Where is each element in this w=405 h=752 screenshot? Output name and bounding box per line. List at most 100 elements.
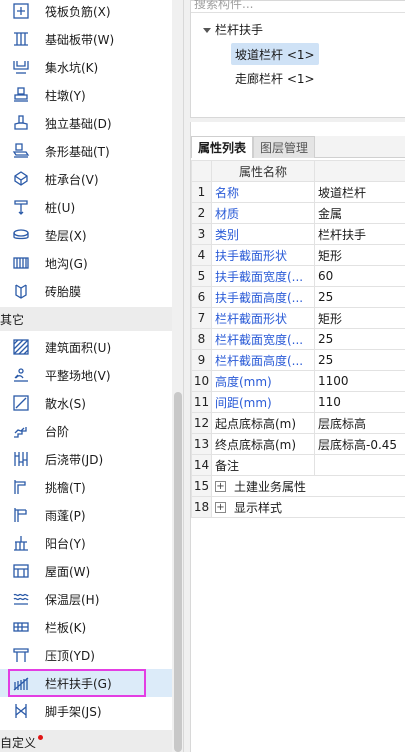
row-number: 12 [191, 412, 212, 434]
property-value[interactable]: 金属 [314, 202, 405, 224]
table-row[interactable]: 11 间距(mm) 110 [191, 391, 405, 413]
property-value[interactable] [314, 454, 405, 476]
sidebar-item-overhang-eave[interactable]: 挑檐(T) [0, 473, 172, 501]
property-value[interactable]: 坡道栏杆 [314, 181, 405, 203]
sidebar-item-site-leveling[interactable]: 平整场地(V) [0, 361, 172, 389]
table-row[interactable]: 8 栏杆截面宽度(... 25 [191, 328, 405, 350]
sidebar-item-post-cast-strip[interactable]: 后浇带(JD) [0, 445, 172, 473]
property-value[interactable]: 25 [314, 349, 405, 371]
sidebar-item-raft-negative-rebar[interactable]: 筏板负筋(X) [0, 0, 172, 25]
railing-icon [12, 674, 30, 692]
sidebar-item-foundation-strip[interactable]: 基础板带(W) [0, 25, 172, 53]
table-row[interactable]: 5 扶手截面宽度(... 60 [191, 265, 405, 287]
table-row[interactable]: 12 起点底标高(m) 层底标高 [191, 412, 405, 434]
pile-cap-icon [12, 170, 30, 188]
table-row[interactable]: 1 名称 坡道栏杆 [191, 181, 405, 203]
sidebar-item-label: 地沟(G) [45, 257, 88, 271]
sidebar-scrollbar[interactable] [172, 0, 183, 752]
sidebar-item-scaffold[interactable]: 脚手架(JS) [0, 697, 172, 725]
tree-item-ramp-railing[interactable]: 坡道栏杆 <1> [231, 43, 319, 65]
tree-root-label: 栏杆扶手 [215, 23, 264, 37]
sidebar-item-label: 雨蓬(P) [45, 509, 86, 523]
property-value[interactable]: 1100 [314, 370, 405, 392]
sidebar-item-insulation[interactable]: 保温层(H) [0, 585, 172, 613]
property-group-label[interactable]: + 土建业务属性 [211, 475, 405, 497]
sidebar-item-building-area[interactable]: 建筑面积(U) [0, 333, 172, 361]
table-row[interactable]: 4 扶手截面形状 矩形 [191, 244, 405, 266]
header-property-name: 属性名称 [211, 160, 315, 182]
table-row[interactable]: 9 栏杆截面高度(... 25 [191, 349, 405, 371]
sidebar-item-label: 屋面(W) [45, 565, 91, 579]
row-number: 7 [191, 307, 212, 329]
sidebar-item-pile[interactable]: 桩(U) [0, 193, 172, 221]
sidebar-item-label: 筏板负筋(X) [45, 5, 111, 19]
sidebar-item-parapet[interactable]: 栏板(K) [0, 613, 172, 641]
table-row[interactable]: 6 扶手截面高度(... 25 [191, 286, 405, 308]
sidebar-group-custom[interactable]: 自定义 [0, 730, 172, 752]
property-name: 高度(mm) [211, 370, 315, 392]
column-pier-icon [12, 86, 30, 104]
table-row[interactable]: 18 + 显示样式 [191, 496, 405, 518]
property-value[interactable]: 25 [314, 286, 405, 308]
sidebar-item-sump-pit[interactable]: 集水坑(K) [0, 53, 172, 81]
sidebar-item-apron[interactable]: 散水(S) [0, 389, 172, 417]
sidebar-item-label: 栏杆扶手(G) [45, 677, 112, 691]
table-row[interactable]: 13 终点底标高(m) 层底标高-0.45 [191, 433, 405, 455]
property-grid-header: 属性名称 [191, 160, 405, 182]
sidebar-item-strip-footing[interactable]: 条形基础(T) [0, 137, 172, 165]
sidebar-item-trench[interactable]: 地沟(G) [0, 249, 172, 277]
sidebar-item-balcony[interactable]: 阳台(Y) [0, 529, 172, 557]
property-name: 起点底标高(m) [211, 412, 315, 434]
tab-layer-management[interactable]: 图层管理 [253, 136, 316, 158]
cushion-icon [12, 226, 30, 244]
apron-icon [12, 394, 30, 412]
sidebar-item-railing[interactable]: 栏杆扶手(G) [8, 669, 146, 697]
property-group-label[interactable]: + 显示样式 [211, 496, 405, 518]
table-row[interactable]: 14 备注 [191, 454, 405, 476]
expand-plus-icon[interactable]: + [215, 480, 226, 492]
component-search-input[interactable] [191, 0, 405, 13]
sidebar-item-brick-mold[interactable]: 砖胎膜 [0, 277, 172, 305]
property-value[interactable]: 110 [314, 391, 405, 413]
property-name: 名称 [211, 181, 315, 203]
sidebar-item-pile-cap[interactable]: 桩承台(V) [0, 165, 172, 193]
sidebar-item-canopy[interactable]: 雨蓬(P) [0, 501, 172, 529]
expand-plus-icon[interactable]: + [215, 501, 226, 513]
sidebar-item-column-pier[interactable]: 柱墩(Y) [0, 81, 172, 109]
sidebar-item-roof[interactable]: 屋面(W) [0, 557, 172, 585]
table-row[interactable]: 7 栏杆截面形状 矩形 [191, 307, 405, 329]
sidebar-item-isolated-footing[interactable]: 独立基础(D) [0, 109, 172, 137]
sidebar-item-label: 保温层(H) [45, 593, 100, 607]
sidebar-item-cushion[interactable]: 垫层(X) [0, 221, 172, 249]
overhang-eave-icon [12, 478, 30, 496]
expand-caret-icon[interactable] [203, 28, 211, 33]
tab-property-list[interactable]: 属性列表 [191, 136, 254, 158]
sidebar-item-label: 桩(U) [45, 201, 76, 215]
brick-mold-icon [12, 282, 30, 300]
scaffold-icon [12, 702, 30, 720]
scrollbar-thumb[interactable] [174, 392, 182, 752]
property-value[interactable]: 层底标高 [314, 412, 405, 434]
sidebar-item-label: 后浇带(JD) [45, 453, 104, 467]
tree-item-corridor-railing[interactable]: 走廊栏杆 <1> [231, 67, 319, 89]
property-value[interactable]: 栏杆扶手 [314, 223, 405, 245]
notification-dot [38, 734, 44, 740]
sidebar-group-other[interactable]: 其它 [0, 307, 172, 331]
property-value[interactable]: 60 [314, 265, 405, 287]
post-cast-strip-icon [12, 450, 30, 468]
row-number: 9 [191, 349, 212, 371]
property-value[interactable]: 矩形 [314, 307, 405, 329]
sidebar-item-coping[interactable]: 压顶(YD) [0, 641, 172, 669]
table-row[interactable]: 3 类别 栏杆扶手 [191, 223, 405, 245]
table-row[interactable]: 2 材质 金属 [191, 202, 405, 224]
tree-root-railing[interactable]: 栏杆扶手 [203, 21, 263, 38]
property-value[interactable]: 25 [314, 328, 405, 350]
property-value[interactable]: 矩形 [314, 244, 405, 266]
property-value[interactable]: 层底标高-0.45 [314, 433, 405, 455]
sidebar-item-steps[interactable]: 台阶 [0, 417, 172, 445]
balcony-icon [12, 534, 30, 552]
table-row[interactable]: 10 高度(mm) 1100 [191, 370, 405, 392]
sidebar-item-label: 台阶 [45, 425, 70, 439]
table-row[interactable]: 15 + 土建业务属性 [191, 475, 405, 497]
sidebar-item-label: 垫层(X) [45, 229, 87, 243]
